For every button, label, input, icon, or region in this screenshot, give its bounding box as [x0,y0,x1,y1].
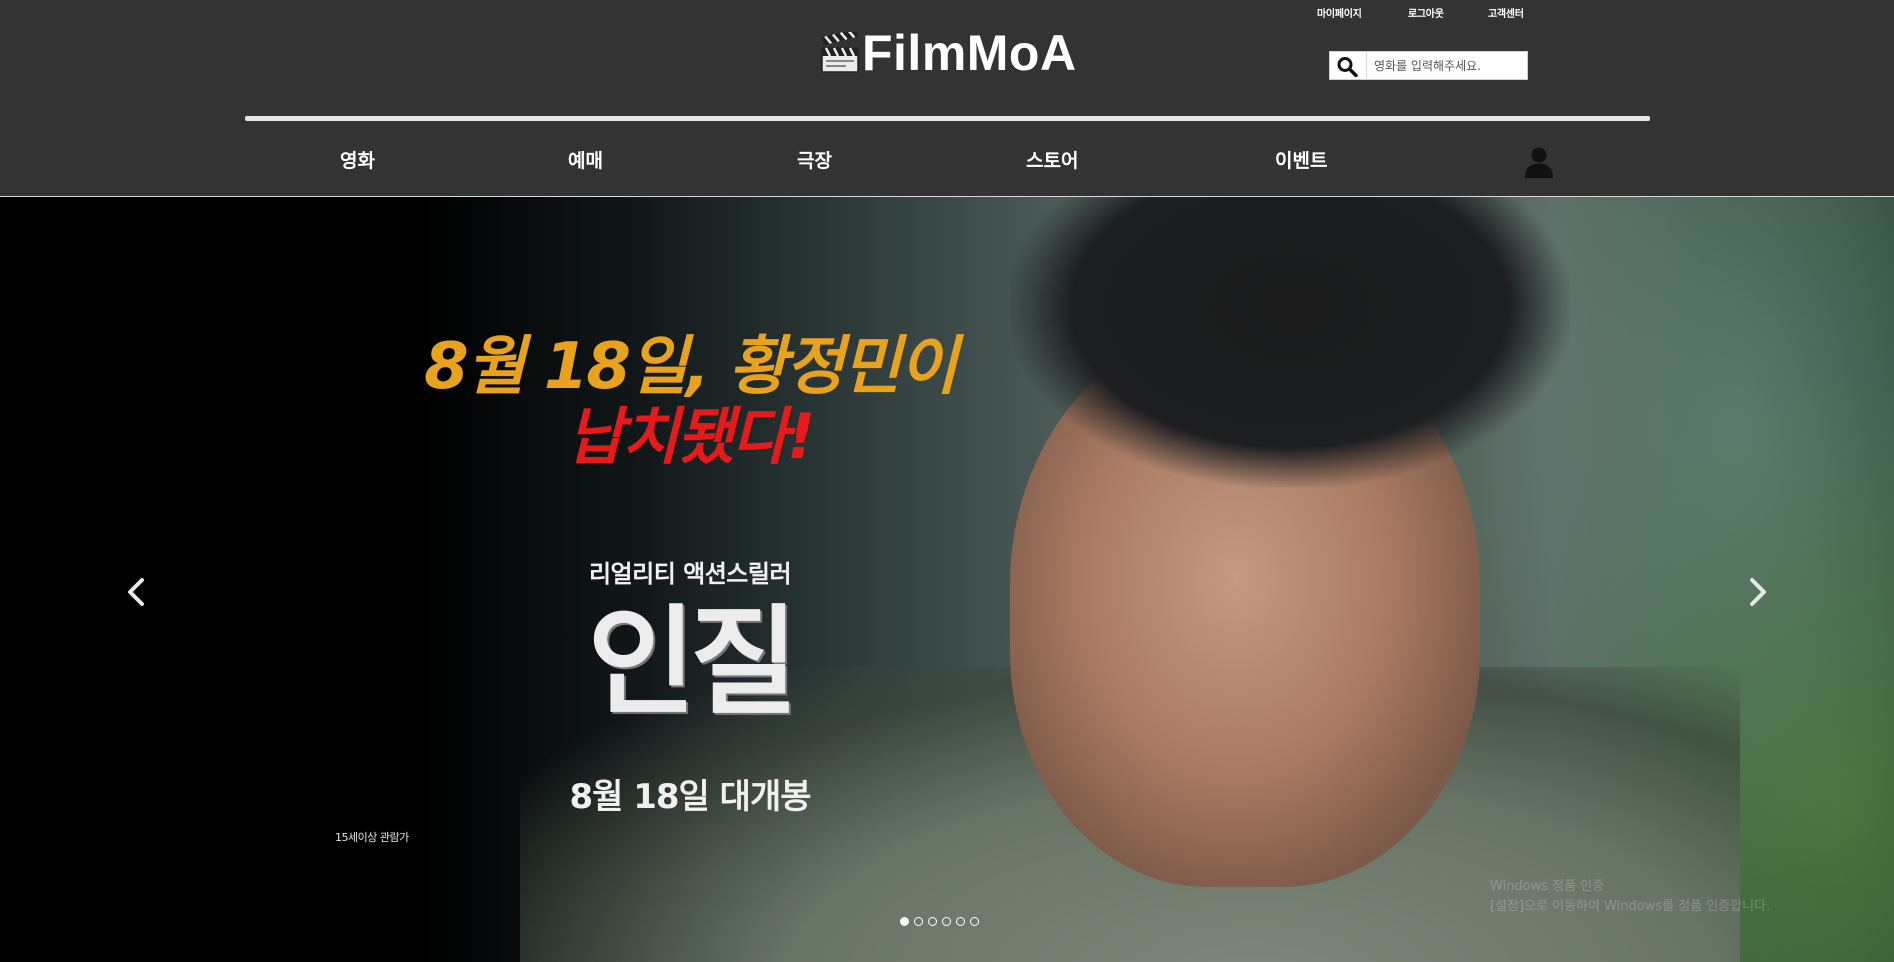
banner-headline-line2: 납치됐다! [566,400,815,473]
nav-theater[interactable]: 극장 [797,146,832,173]
chevron-left-icon[interactable] [120,572,150,612]
watermark-line2: [설정]으로 이동하여 Windows를 정품 인증합니다. [1490,899,1771,914]
site-header: 마이페이지 로그아웃 고객센터 FilmMoA 영화 예매 극장 스토어 [0,0,1894,197]
carousel-dot-3[interactable] [928,917,937,926]
nav-store[interactable]: 스토어 [1026,146,1078,173]
mypage-link[interactable]: 마이페이지 [1317,5,1362,20]
carousel-dot-2[interactable] [914,917,923,926]
top-links: 마이페이지 로그아웃 고객센터 [1300,5,1540,20]
banner-movie-title: 인질 [587,592,798,731]
site-logo[interactable]: FilmMoA [820,26,1077,80]
carousel-dot-1[interactable] [900,917,909,926]
hero-banner: 8월 18일, 황정민이 납치됐다! 리얼리티 액션스릴러 인질 8월 18일 … [0,197,1894,962]
watermark-line1: Windows 정품 인증 [1490,879,1605,894]
banner-headline-line1: 8월 18일, 황정민이 [424,330,958,404]
carousel-dot-6[interactable] [970,917,979,926]
chevron-right-icon[interactable] [1744,572,1774,612]
banner-figure-hair [1010,197,1570,487]
carousel-dot-4[interactable] [942,917,951,926]
logout-link[interactable]: 로그아웃 [1408,5,1444,20]
search-divider [1366,52,1367,79]
nav-event[interactable]: 이벤트 [1275,146,1327,173]
search-input[interactable] [1369,53,1531,78]
windows-activation-watermark: Windows 정품 인증 [설정]으로 이동하여 Windows를 정품 인증… [1490,877,1880,917]
banner-age-rating: 15세이상 관람가 [335,831,409,844]
carousel-dot-5[interactable] [956,917,965,926]
nav-movie[interactable]: 영화 [340,146,375,173]
carousel-indicators [900,917,979,931]
banner-release-date: 8월 18일 대개봉 [569,777,811,817]
banner-genre: 리얼리티 액션스릴러 [588,560,792,588]
header-divider [245,116,1650,121]
search-box [1329,51,1531,80]
clapperboard-icon [821,32,859,73]
logo-text: FilmMoA [862,25,1077,81]
customer-center-link[interactable]: 고객센터 [1488,5,1524,20]
main-nav: 영화 예매 극장 스토어 이벤트 [0,140,1894,180]
search-icon[interactable] [1336,56,1360,77]
user-icon[interactable] [1524,146,1554,178]
nav-booking[interactable]: 예매 [568,146,603,173]
